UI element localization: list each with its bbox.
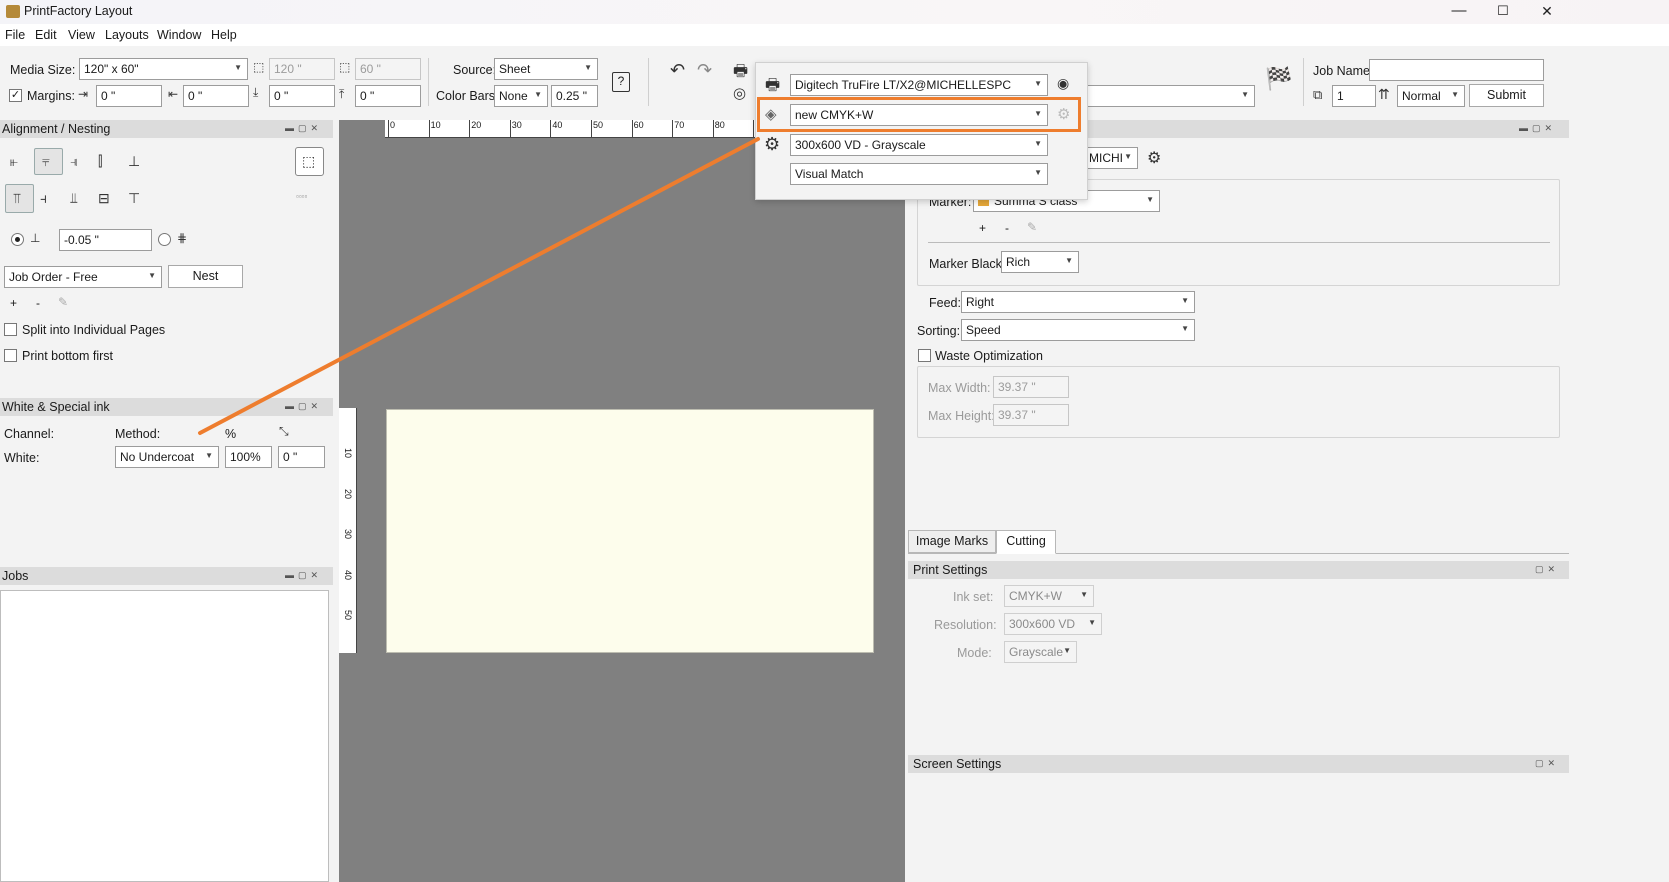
annotation-arrow [198,137,760,435]
annotation-overlay [198,137,760,435]
